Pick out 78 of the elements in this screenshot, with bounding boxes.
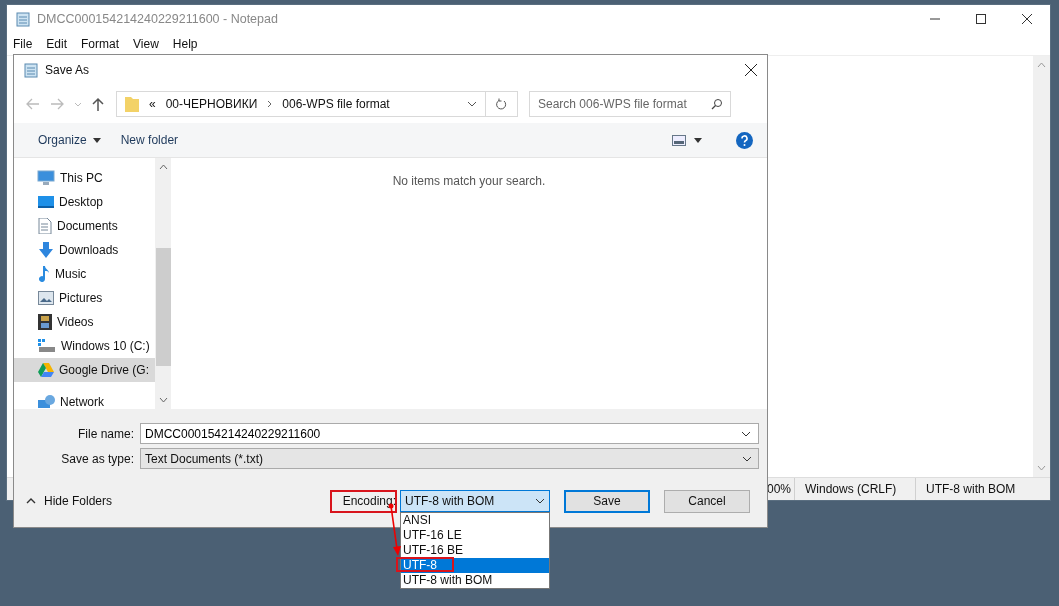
- menu-item[interactable]: File: [13, 37, 33, 51]
- scroll-thumb[interactable]: [155, 247, 171, 366]
- network-icon: [37, 394, 55, 409]
- field-label: Save as type:: [60, 451, 135, 466]
- sidebar-item[interactable]: Videos: [14, 310, 155, 334]
- drive-icon: [38, 339, 56, 353]
- scroll-up-icon[interactable]: [158, 164, 168, 170]
- toolbar-button[interactable]: New folder: [114, 128, 185, 152]
- up-arrow-icon[interactable]: [92, 97, 104, 111]
- refresh-button[interactable]: [486, 91, 518, 117]
- music-note-icon: [38, 266, 50, 282]
- search-field[interactable]: Search 006-WPS file format: [529, 91, 731, 117]
- dropdown-option[interactable]: UTF-8 with BOM: [401, 573, 549, 588]
- dropdown-option[interactable]: ANSI: [401, 513, 549, 528]
- dialog-button[interactable]: Cancel: [664, 489, 750, 513]
- dialog-button[interactable]: Save: [564, 489, 650, 513]
- organize-menu-button[interactable]: Organize: [32, 128, 107, 152]
- folder-icon: [125, 96, 139, 112]
- computer-icon: [37, 170, 55, 186]
- chevron-up-icon: [26, 498, 36, 504]
- sidebar-item[interactable]: Windows 10 (C:): [14, 334, 155, 358]
- dialog-title: Save As: [45, 63, 90, 77]
- status-bar-item: 00%: [766, 481, 793, 498]
- sidebar-item[interactable]: Desktop: [14, 190, 155, 214]
- scroll-down-icon[interactable]: [1037, 465, 1046, 471]
- highlight-box: [330, 490, 397, 513]
- sidebar-item[interactable]: Music: [14, 262, 155, 286]
- file-name-field[interactable]: DMCC000154214240229211600: [140, 423, 759, 444]
- status-bar-item: UTF-8 with BOM: [915, 478, 1036, 500]
- status-bar-item: Windows (CRLF): [794, 478, 915, 500]
- sidebar-item[interactable]: Documents: [14, 214, 155, 238]
- caret-icon[interactable]: [694, 137, 702, 143]
- view-icon[interactable]: [672, 134, 686, 146]
- film-icon: [38, 314, 52, 330]
- notepad-icon: [15, 11, 31, 27]
- search-icon: [711, 98, 723, 110]
- refresh-icon: [496, 98, 507, 110]
- sidebar-item[interactable]: Downloads: [14, 238, 155, 262]
- sidebar-item[interactable]: Network: [14, 390, 155, 409]
- breadcrumb-item[interactable]: «: [149, 97, 156, 111]
- menu-item[interactable]: View: [133, 37, 159, 51]
- address-bar[interactable]: « 00-ЧЕРНОВИКИ 006-WPS file format: [116, 91, 486, 117]
- chevron-down-icon: [535, 498, 545, 504]
- highlight-box: [396, 557, 454, 572]
- scroll-down-icon[interactable]: [158, 397, 168, 403]
- menu-item[interactable]: Edit: [46, 37, 68, 51]
- breadcrumb-item[interactable]: 00-ЧЕРНОВИКИ: [165, 97, 258, 111]
- scrollbar[interactable]: [1033, 56, 1050, 477]
- scrollbar[interactable]: [155, 158, 171, 409]
- dropdown-option[interactable]: UTF-16 BE: [401, 543, 549, 558]
- triangle-logo-icon: [38, 363, 54, 377]
- scroll-up-icon[interactable]: [1037, 62, 1046, 68]
- chevron-down-icon[interactable]: [741, 430, 751, 437]
- field-label: Encoding:: [342, 494, 396, 508]
- sidebar-item[interactable]: Pictures: [14, 286, 155, 310]
- empty-message: No items match your search.: [392, 174, 546, 190]
- menu-item[interactable]: Help: [172, 37, 198, 51]
- help-icon[interactable]: [736, 131, 753, 149]
- chevron-down-icon: [742, 455, 752, 462]
- dropdown-option[interactable]: UTF-16 LE: [401, 528, 549, 543]
- chevron-right-icon: [267, 100, 273, 108]
- document-icon: [38, 218, 52, 234]
- sidebar-item[interactable]: This PC: [14, 166, 155, 190]
- field-label: File name:: [76, 426, 135, 441]
- file-type-dropdown[interactable]: Text Documents (*.txt): [140, 448, 759, 469]
- desktop-icon: [38, 195, 54, 209]
- close-icon[interactable]: [744, 63, 758, 77]
- chevron-down-icon[interactable]: [467, 101, 477, 107]
- menu-item[interactable]: Format: [81, 37, 120, 51]
- caret-icon: [92, 137, 101, 143]
- picture-icon: [38, 291, 54, 305]
- down-arrow-icon: [38, 242, 54, 258]
- hide-folders-button[interactable]: Hide Folders: [26, 494, 113, 508]
- window-title: DMCC000154214240229211600 - Notepad: [37, 12, 278, 26]
- encoding-dropdown[interactable]: UTF-8 with BOM: [400, 490, 550, 512]
- breadcrumb-item[interactable]: 006-WPS file format: [282, 97, 390, 111]
- notepad-icon: [23, 62, 39, 78]
- sidebar-item[interactable]: Google Drive (G:: [14, 358, 155, 382]
